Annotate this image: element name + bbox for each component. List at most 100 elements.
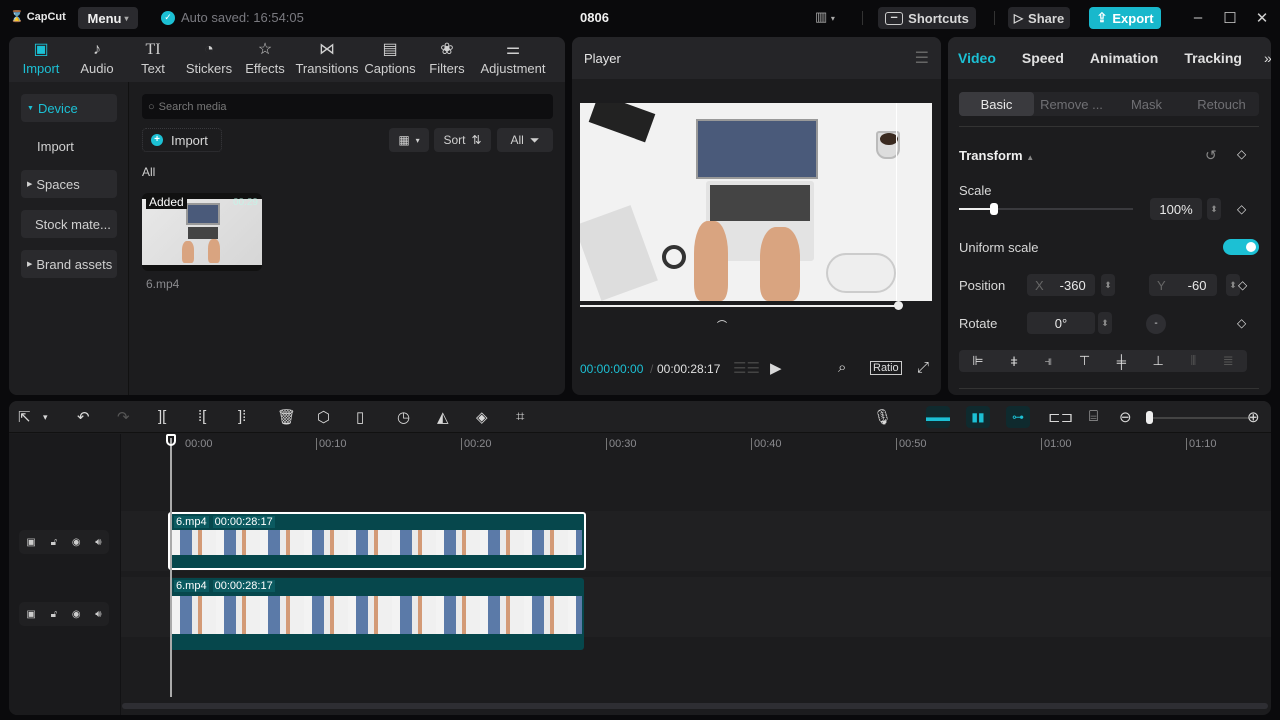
rotate-stepper[interactable]: ⬍	[1098, 312, 1112, 334]
shortcuts-button[interactable]: – Shortcuts	[878, 7, 976, 29]
sidebar-item-spaces[interactable]: ▶ Spaces	[21, 170, 117, 198]
split-left-icon[interactable]: ⁞[	[198, 408, 206, 425]
fullscreen-icon[interactable]: ⤢	[917, 359, 929, 376]
freeze-icon[interactable]: ▯	[356, 408, 364, 426]
microphone-icon[interactable]: 🎙︎	[873, 408, 892, 426]
keyframe-icon[interactable]: ◇	[1237, 316, 1246, 330]
playhead[interactable]	[170, 438, 172, 697]
eye-icon[interactable]: ◉	[72, 609, 81, 620]
subtab-basic[interactable]: Basic	[959, 92, 1034, 116]
track-thumbnail-icon[interactable]: ▣	[26, 537, 35, 548]
timeline-clip[interactable]: 6.mp4 00:00:28:17	[170, 578, 584, 650]
tab-captions[interactable]: ▤ Captions	[361, 37, 419, 82]
tab-import[interactable]: ▣ Import	[13, 37, 69, 82]
scale-slider-handle[interactable]	[989, 203, 998, 215]
align-bottom-icon[interactable]: ⊥	[1153, 353, 1164, 369]
subtab-mask[interactable]: Mask	[1109, 92, 1184, 116]
minimize-button[interactable]: –	[1188, 9, 1208, 26]
filter-button[interactable]: All ⏷	[497, 128, 553, 152]
scale-slider[interactable]	[959, 208, 1133, 210]
reverse-icon[interactable]: ◷	[397, 408, 410, 426]
reset-icon[interactable]: ↺	[1205, 147, 1217, 164]
timeline-scrollbar[interactable]	[122, 703, 1268, 709]
align-left-icon[interactable]: ⊫	[972, 353, 983, 369]
main-track-magnet-icon[interactable]: ▬▬	[926, 406, 950, 428]
sidebar-item-device[interactable]: ▼ Device	[21, 94, 117, 122]
hamburger-menu-icon[interactable]: ☰	[915, 48, 929, 68]
redo-icon[interactable]: ↷	[117, 408, 130, 426]
timeline-ruler[interactable]: 00:00 00:10 00:20 00:30 00:40 00:50 01:0…	[121, 434, 1271, 456]
tab-speed[interactable]: Speed	[1022, 50, 1064, 66]
rotate-icon[interactable]: ◈	[476, 408, 488, 426]
ruler-zoom-icon[interactable]: ⌸	[1089, 408, 1098, 425]
tab-text[interactable]: TI Text	[125, 37, 181, 82]
tab-animation[interactable]: Animation	[1090, 50, 1158, 66]
lock-icon[interactable]: 🔓︎	[51, 609, 57, 620]
track-thumbnail-icon[interactable]: ▣	[26, 609, 35, 620]
mirror-icon[interactable]: ◭	[437, 408, 449, 426]
zoom-preview-icon[interactable]: ⌕	[838, 359, 846, 376]
zoom-out-icon[interactable]: ⊖	[1119, 408, 1132, 426]
align-top-icon[interactable]: ⊤	[1079, 353, 1090, 369]
scrubber-handle[interactable]	[894, 301, 903, 310]
keyframe-icon[interactable]: ◇	[1237, 202, 1246, 216]
video-preview[interactable]	[580, 103, 932, 301]
keyframe-icon[interactable]: ◇	[1237, 147, 1246, 161]
sidebar-item-import[interactable]: Import	[21, 132, 117, 160]
lock-icon[interactable]: 🔓︎	[51, 537, 57, 548]
volume-icon[interactable]: 🔊︎	[95, 609, 101, 620]
rotate-dial[interactable]: -	[1146, 314, 1166, 334]
rotate-input[interactable]: 0°	[1027, 312, 1095, 334]
search-input[interactable]: ○ Search media	[142, 94, 553, 119]
timeline-clip[interactable]: 6.mp4 00:00:28:17	[168, 512, 586, 570]
distribute-h-icon[interactable]: ⦀	[1190, 353, 1196, 369]
sort-button[interactable]: Sort ⇅	[434, 128, 491, 152]
distribute-v-icon[interactable]: ≣	[1223, 353, 1234, 369]
export-button[interactable]: ⇪ Export	[1089, 7, 1161, 29]
zoom-slider-handle[interactable]	[1146, 411, 1153, 424]
subtab-remove-bg[interactable]: Remove ...	[1034, 92, 1109, 116]
zoom-in-icon[interactable]: ⊕	[1247, 408, 1260, 426]
align-center-v-icon[interactable]: ╪	[1117, 354, 1126, 369]
link-icon[interactable]: ⊶	[1006, 406, 1030, 428]
tab-adjustment[interactable]: ⚌ Adjustment	[475, 37, 551, 82]
project-title[interactable]: 0806	[580, 10, 610, 25]
crop-icon[interactable]: ⌗	[516, 408, 524, 425]
uniform-scale-toggle[interactable]	[1223, 239, 1259, 255]
align-center-h-icon[interactable]: ǂ	[1010, 354, 1018, 369]
layout-button[interactable]: ▥ ▾	[815, 9, 835, 25]
sidebar-item-stock-material[interactable]: Stock mate...	[21, 210, 117, 238]
timeline-zoom-slider[interactable]	[1153, 417, 1253, 419]
tab-stickers[interactable]: ◔ Stickers	[181, 37, 237, 82]
position-x-input[interactable]: X -360	[1027, 274, 1095, 296]
tab-transitions[interactable]: ⋈ Transitions	[293, 37, 361, 82]
maximize-button[interactable]: ☐	[1220, 9, 1240, 27]
play-button[interactable]: ▶	[770, 359, 782, 377]
position-y-input[interactable]: Y -60	[1149, 274, 1217, 296]
volume-icon[interactable]: 🔊︎	[95, 537, 101, 548]
split-icon[interactable]: ][	[158, 408, 166, 425]
mask-icon[interactable]: ⬡	[317, 408, 330, 426]
chevron-down-icon[interactable]: ▾	[43, 412, 48, 423]
eye-icon[interactable]: ◉	[72, 537, 81, 548]
tab-filters[interactable]: ❀ Filters	[419, 37, 475, 82]
split-preview-icon[interactable]: ⊏⊐	[1048, 408, 1073, 426]
media-thumbnail[interactable]: Added 00:29	[142, 193, 262, 271]
align-right-icon[interactable]: ⫣	[1044, 353, 1052, 369]
view-mode-button[interactable]: ▦ ▾	[389, 128, 429, 152]
collapse-handle-icon[interactable]: ⌒	[717, 317, 727, 332]
position-x-stepper[interactable]: ⬍	[1101, 274, 1115, 296]
delete-icon[interactable]: 🗑︎	[277, 408, 296, 426]
share-button[interactable]: ▷ Share	[1008, 7, 1070, 29]
scale-stepper[interactable]: ⬍	[1207, 198, 1221, 220]
preview-scrubber[interactable]	[580, 305, 898, 307]
more-tabs-icon[interactable]: »	[1264, 50, 1271, 66]
menu-button[interactable]: Menu ▾	[78, 7, 138, 29]
ratio-button[interactable]: Ratio	[870, 361, 902, 375]
auto-snap-icon[interactable]: ▮▮	[966, 406, 990, 428]
close-button[interactable]: ✕	[1252, 9, 1272, 27]
subtab-retouch[interactable]: Retouch	[1184, 92, 1259, 116]
transform-section-header[interactable]: Transform ▲	[959, 148, 1034, 163]
sidebar-item-brand-assets[interactable]: ▶ Brand assets	[21, 250, 117, 278]
import-button[interactable]: + Import	[142, 128, 222, 152]
